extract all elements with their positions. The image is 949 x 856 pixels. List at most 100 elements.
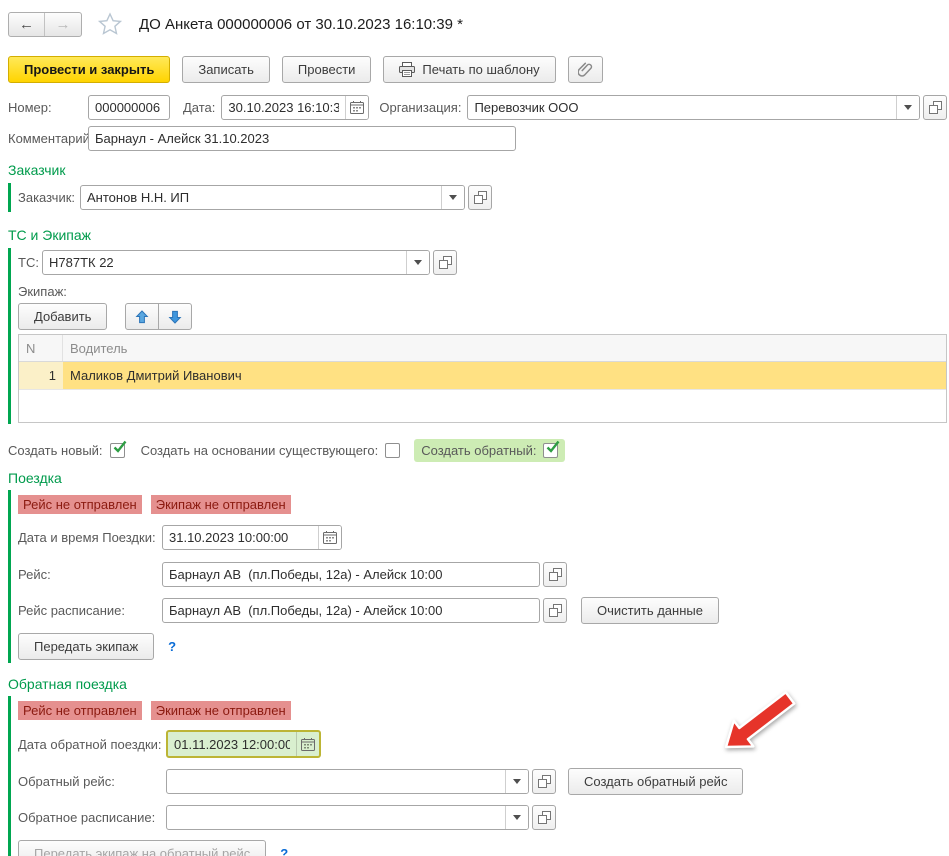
trip-datetime-label: Дата и время Поездки: [18, 530, 162, 545]
comment-label: Комментарий: [8, 131, 88, 146]
chevron-down-icon [449, 195, 457, 200]
arrow-down-icon [168, 310, 182, 324]
date-calendar-button[interactable] [345, 96, 368, 119]
printer-icon [399, 62, 415, 77]
clear-data-button[interactable]: Очистить данные [581, 597, 719, 624]
chevron-down-icon [904, 105, 912, 110]
organization-open-button[interactable] [923, 95, 947, 120]
add-driver-button[interactable]: Добавить [18, 303, 107, 330]
comment-field-wrap [88, 126, 516, 151]
return-route-open-button[interactable] [532, 769, 556, 794]
organization-field[interactable] [468, 96, 896, 119]
vehicle-section-title: ТС и Экипаж [8, 227, 949, 243]
return-schedule-open-button[interactable] [532, 805, 556, 830]
trip-route-open-button[interactable] [543, 562, 567, 587]
transfer-crew-button[interactable]: Передать экипаж [18, 633, 154, 660]
create-return-highlight: Создать обратный: [414, 439, 565, 462]
help-link[interactable]: ? [280, 846, 288, 856]
forward-arrow-icon: → [56, 16, 71, 33]
number-label: Номер: [8, 100, 88, 115]
return-route-dropdown-button[interactable] [505, 770, 528, 793]
help-link[interactable]: ? [168, 639, 176, 654]
crew-label: Экипаж: [18, 284, 949, 299]
vehicle-field-wrap [42, 250, 430, 275]
status-badge: Рейс не отправлен [18, 701, 142, 720]
vehicle-section: ТС: Экипаж: Добавить [8, 248, 949, 424]
table-row[interactable]: 1 Маликов Дмитрий Иванович [19, 362, 946, 390]
favorite-star-icon[interactable] [97, 11, 123, 37]
number-field[interactable] [89, 96, 169, 119]
trip-schedule-label: Рейс расписание: [18, 603, 162, 618]
create-new-checkbox[interactable] [110, 443, 125, 458]
create-based-checkbox[interactable] [385, 443, 400, 458]
vehicle-open-button[interactable] [433, 250, 457, 275]
save-button[interactable]: Записать [182, 56, 270, 83]
chevron-down-icon [414, 260, 422, 265]
customer-field[interactable] [81, 186, 441, 209]
print-by-template-button[interactable]: Печать по шаблону [383, 56, 555, 83]
comment-field[interactable] [89, 127, 515, 150]
forward-button[interactable]: → [45, 13, 81, 36]
paperclip-icon [578, 62, 593, 78]
open-icon [538, 811, 551, 824]
date-field[interactable] [222, 96, 345, 119]
trip-datetime-calendar-button[interactable] [318, 526, 341, 549]
calendar-icon [323, 531, 337, 544]
trip-datetime-field[interactable] [163, 526, 318, 549]
return-schedule-dropdown-button[interactable] [505, 806, 528, 829]
trip-schedule-field[interactable] [163, 599, 539, 622]
move-up-button[interactable] [125, 303, 159, 330]
trip-status-badges: Рейс не отправлен Экипаж не отправлен [18, 490, 949, 514]
toolbar: Провести и закрыть Записать Провести Печ… [0, 38, 949, 83]
return-date-field-highlight [166, 730, 321, 758]
attachments-button[interactable] [568, 56, 603, 83]
driver-name-cell: Маликов Дмитрий Иванович [63, 362, 946, 389]
customer-field-wrap [80, 185, 465, 210]
vehicle-label: ТС: [18, 255, 42, 270]
move-down-button[interactable] [158, 303, 192, 330]
calendar-icon [301, 738, 315, 751]
create-new-label: Создать новый: [8, 443, 103, 458]
return-date-calendar-button[interactable] [296, 732, 319, 756]
status-badge: Экипаж не отправлен [151, 701, 291, 720]
status-badge: Рейс не отправлен [18, 495, 142, 514]
red-arrow-annotation [712, 688, 807, 763]
return-date-field[interactable] [168, 732, 296, 756]
return-status-badges: Рейс не отправлен Экипаж не отправлен [18, 696, 949, 720]
create-return-route-button[interactable]: Создать обратный рейс [568, 768, 743, 795]
organization-dropdown-button[interactable] [896, 96, 919, 119]
create-return-checkbox[interactable] [543, 443, 558, 458]
customer-label: Заказчик: [18, 190, 80, 205]
page-title: ДО Анкета 000000006 от 30.10.2023 16:10:… [139, 16, 463, 33]
post-button[interactable]: Провести [282, 56, 372, 83]
organization-label: Организация: [379, 100, 461, 115]
return-route-field-wrap [166, 769, 529, 794]
trip-datetime-field-wrap [162, 525, 342, 550]
open-icon [929, 101, 942, 114]
check-icon [545, 440, 561, 454]
nav-button-group: ← → [8, 12, 82, 37]
trip-route-field[interactable] [163, 563, 539, 586]
customer-section: Заказчик: [8, 183, 949, 212]
comment-row: Комментарий: [0, 126, 949, 151]
open-icon [474, 191, 487, 204]
date-label: Дата: [183, 100, 215, 115]
vehicle-field[interactable] [43, 251, 406, 274]
vehicle-dropdown-button[interactable] [406, 251, 429, 274]
arrow-up-icon [135, 310, 149, 324]
return-schedule-label: Обратное расписание: [18, 810, 166, 825]
back-button[interactable]: ← [9, 13, 45, 36]
organization-field-wrap [467, 95, 920, 120]
trip-schedule-open-button[interactable] [543, 598, 567, 623]
transfer-crew-return-button[interactable]: Передать экипаж на обратный рейс [18, 840, 266, 856]
open-icon [549, 568, 562, 581]
customer-section-title: Заказчик [8, 162, 949, 178]
create-options-row: Создать новый: Создать на основании суще… [0, 438, 949, 462]
open-icon [538, 775, 551, 788]
post-and-close-button[interactable]: Провести и закрыть [8, 56, 170, 83]
return-schedule-field[interactable] [167, 806, 505, 829]
return-route-field[interactable] [167, 770, 505, 793]
customer-open-button[interactable] [468, 185, 492, 210]
calendar-icon [350, 101, 364, 114]
customer-dropdown-button[interactable] [441, 186, 464, 209]
